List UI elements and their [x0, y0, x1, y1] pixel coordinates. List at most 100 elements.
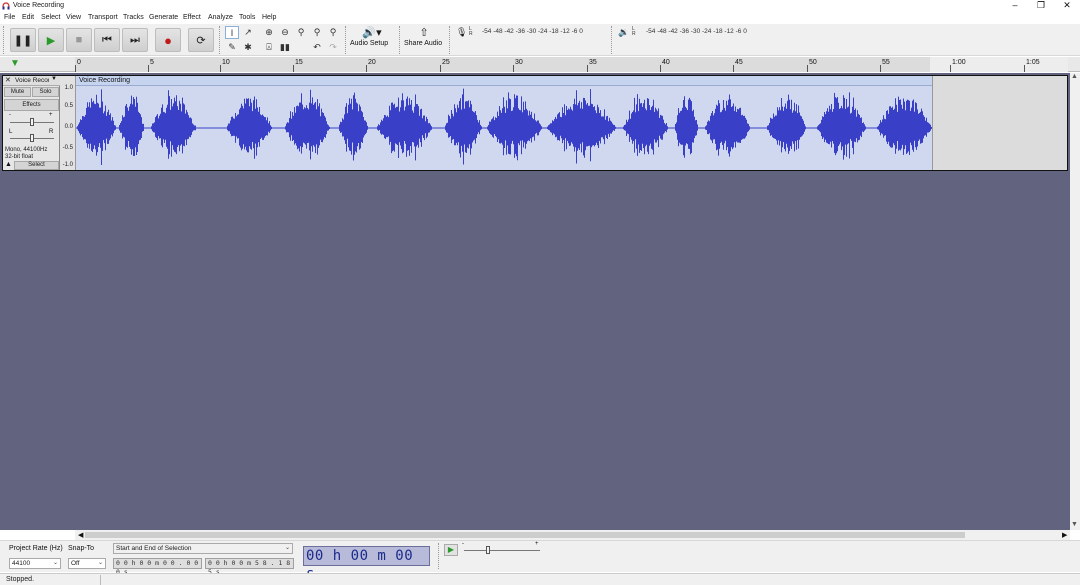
selection-tool[interactable]: I — [225, 26, 239, 39]
audio-track[interactable]: ✕ Voice Recor ▼ Mute Solo Effects - + L … — [2, 75, 1068, 171]
play-meter-grip[interactable] — [611, 26, 614, 54]
trim-audio-button[interactable]: ⍓ — [262, 41, 276, 54]
draw-tool[interactable]: ✎ — [225, 41, 239, 54]
menu-transport[interactable]: Transport — [88, 14, 118, 21]
zoom-in-button[interactable]: ⊕ — [262, 26, 276, 39]
envelope-tool[interactable]: ↗ — [241, 26, 255, 39]
scroll-right-arrow-icon[interactable]: ▶ — [1062, 531, 1067, 539]
menu-effect[interactable]: Effect — [183, 14, 201, 21]
menu-view[interactable]: View — [66, 14, 81, 21]
chevron-down-icon[interactable]: ▼ — [51, 76, 57, 82]
pan-slider-thumb[interactable] — [30, 134, 34, 142]
scroll-left-arrow-icon[interactable]: ◀ — [78, 531, 83, 539]
chevron-down-icon: ⌄ — [284, 545, 290, 551]
gain-slider-thumb[interactable] — [30, 118, 34, 126]
playback-speaker-icon[interactable]: 🔉 — [618, 27, 629, 38]
restore-button[interactable]: ❐ — [1028, 0, 1054, 12]
zoom-toggle-button[interactable]: ⚲ — [326, 26, 340, 39]
amp-label: -0.5 — [62, 145, 73, 151]
menu-analyze[interactable]: Analyze — [208, 14, 233, 21]
zoom-out-icon: ⊖ — [281, 27, 289, 37]
speed-minus-label: - — [462, 541, 464, 547]
solo-button[interactable]: Solo — [32, 87, 59, 97]
tools-grip[interactable] — [219, 26, 222, 54]
stop-button[interactable]: ■ — [66, 28, 92, 52]
play-meter-scale[interactable]: -54 -48 -42 -36 -30 -24 -18 -12 -6 0 — [646, 28, 747, 36]
skip-end-icon: ⏭ — [130, 33, 140, 46]
playback-speed-thumb[interactable] — [486, 546, 490, 554]
pinned-head-icon[interactable]: ▼ — [10, 58, 20, 69]
collapse-track-icon[interactable]: ▲ — [5, 161, 12, 168]
audio-clip[interactable]: Voice Recording — [76, 76, 932, 170]
play-at-speed-button[interactable]: ▶ — [444, 544, 458, 556]
selection-mode-select[interactable]: Start and End of Selection ⌄ — [113, 543, 293, 554]
scroll-down-arrow-icon[interactable]: ▼ — [1071, 521, 1078, 528]
record-button[interactable]: ● — [155, 28, 181, 52]
menu-select[interactable]: Select — [41, 14, 60, 21]
minimize-button[interactable]: – — [1002, 0, 1028, 12]
audio-position-display[interactable]: 00 h 00 m 00 s▾ — [303, 546, 430, 582]
mute-button[interactable]: Mute — [4, 87, 31, 97]
clip-title-bar[interactable]: Voice Recording — [76, 76, 932, 86]
amplitude-ruler[interactable]: 1.0 0.5 0.0 -0.5 -1.0 — [60, 76, 76, 170]
menu-generate[interactable]: Generate — [149, 14, 178, 21]
share-audio-button[interactable]: ⇧ Share Audio — [404, 26, 444, 54]
skip-to-start-button[interactable]: ⏮ — [94, 28, 120, 52]
menu-tracks[interactable]: Tracks — [123, 14, 144, 21]
vertical-scrollbar[interactable]: ▲ ▼ — [1070, 73, 1080, 530]
redo-button[interactable]: ↷ — [326, 41, 340, 54]
silence-audio-button[interactable]: ▮▮ — [278, 41, 292, 54]
timeline-ruler[interactable]: ▼ 0 5 10 15 20 25 30 35 40 45 50 55 1:00… — [0, 57, 1080, 72]
status-text: Stopped. — [6, 576, 35, 583]
fit-project-button[interactable]: ⚲ — [310, 26, 324, 39]
speed-plus-label: + — [535, 541, 539, 547]
play-at-speed-grip[interactable] — [438, 543, 441, 569]
selection-mode-value: Start and End of Selection — [116, 545, 192, 552]
audio-setup-button[interactable]: 🔊▾ Audio Setup — [350, 26, 394, 54]
menu-tools[interactable]: Tools — [239, 14, 255, 21]
menu-help[interactable]: Help — [262, 14, 276, 21]
audio-setup-grip[interactable] — [345, 26, 348, 54]
zoom-in-icon: ⊕ — [265, 27, 273, 37]
project-rate-label: Project Rate (Hz) — [9, 545, 63, 552]
skip-to-end-button[interactable]: ⏭ — [122, 28, 148, 52]
play-meter-lr-label: LR — [632, 26, 636, 37]
select-track-button[interactable]: Select — [14, 161, 59, 170]
menu-edit[interactable]: Edit — [22, 14, 34, 21]
snap-to-value: Off — [71, 560, 80, 567]
pan-right-label: R — [49, 129, 54, 135]
scroll-up-arrow-icon[interactable]: ▲ — [1071, 73, 1078, 80]
horizontal-scrollbar[interactable]: ◀ ▶ — [75, 530, 1070, 540]
close-track-icon[interactable]: ✕ — [5, 76, 11, 84]
selection-start-time[interactable]: 0 0 h 0 0 m 0 0 . 0 0 0 s — [113, 558, 202, 576]
status-bar: Stopped. — [0, 573, 1080, 585]
fit-selection-button[interactable]: ⚲ — [294, 26, 308, 39]
toolbar-grip[interactable] — [3, 26, 6, 54]
undo-button[interactable]: ↶ — [310, 41, 324, 54]
empty-track-area[interactable] — [932, 76, 1067, 170]
horizontal-scroll-thumb[interactable] — [85, 532, 965, 538]
playback-speed-slider[interactable] — [464, 550, 540, 551]
multi-tool[interactable]: ✱ — [241, 41, 255, 54]
effects-button[interactable]: Effects — [4, 99, 59, 111]
record-meter-grip[interactable] — [449, 26, 452, 54]
ruler-track-area[interactable] — [75, 57, 930, 72]
waveform-area[interactable] — [76, 86, 932, 170]
play-button[interactable]: ▶ — [38, 28, 64, 52]
zoom-toggle-icon: ⚲ — [329, 27, 337, 37]
close-button[interactable]: ✕ — [1054, 0, 1080, 12]
track-name-menu[interactable]: Voice Recor — [15, 77, 49, 84]
loop-button[interactable]: ⟳ — [188, 28, 214, 52]
selection-end-time[interactable]: 0 0 h 0 0 m 5 8 . 1 8 5 s — [205, 558, 294, 576]
record-meter-scale[interactable]: -54 -48 -42 -36 -30 -24 -18 -12 -6 0 — [482, 28, 583, 36]
audacity-logo-icon — [2, 2, 10, 10]
project-rate-select[interactable]: 44100 ⌄ — [9, 558, 61, 569]
share-grip[interactable] — [399, 26, 402, 54]
microphone-icon[interactable]: 🎙 — [456, 27, 467, 38]
undo-icon: ↶ — [313, 42, 321, 52]
menu-file[interactable]: File — [4, 14, 15, 21]
track-format-info: Mono, 44100Hz 32-bit float — [5, 147, 47, 161]
pause-button[interactable]: ❚❚ — [10, 28, 36, 52]
zoom-out-button[interactable]: ⊖ — [278, 26, 292, 39]
snap-to-select[interactable]: Off ⌄ — [68, 558, 106, 569]
